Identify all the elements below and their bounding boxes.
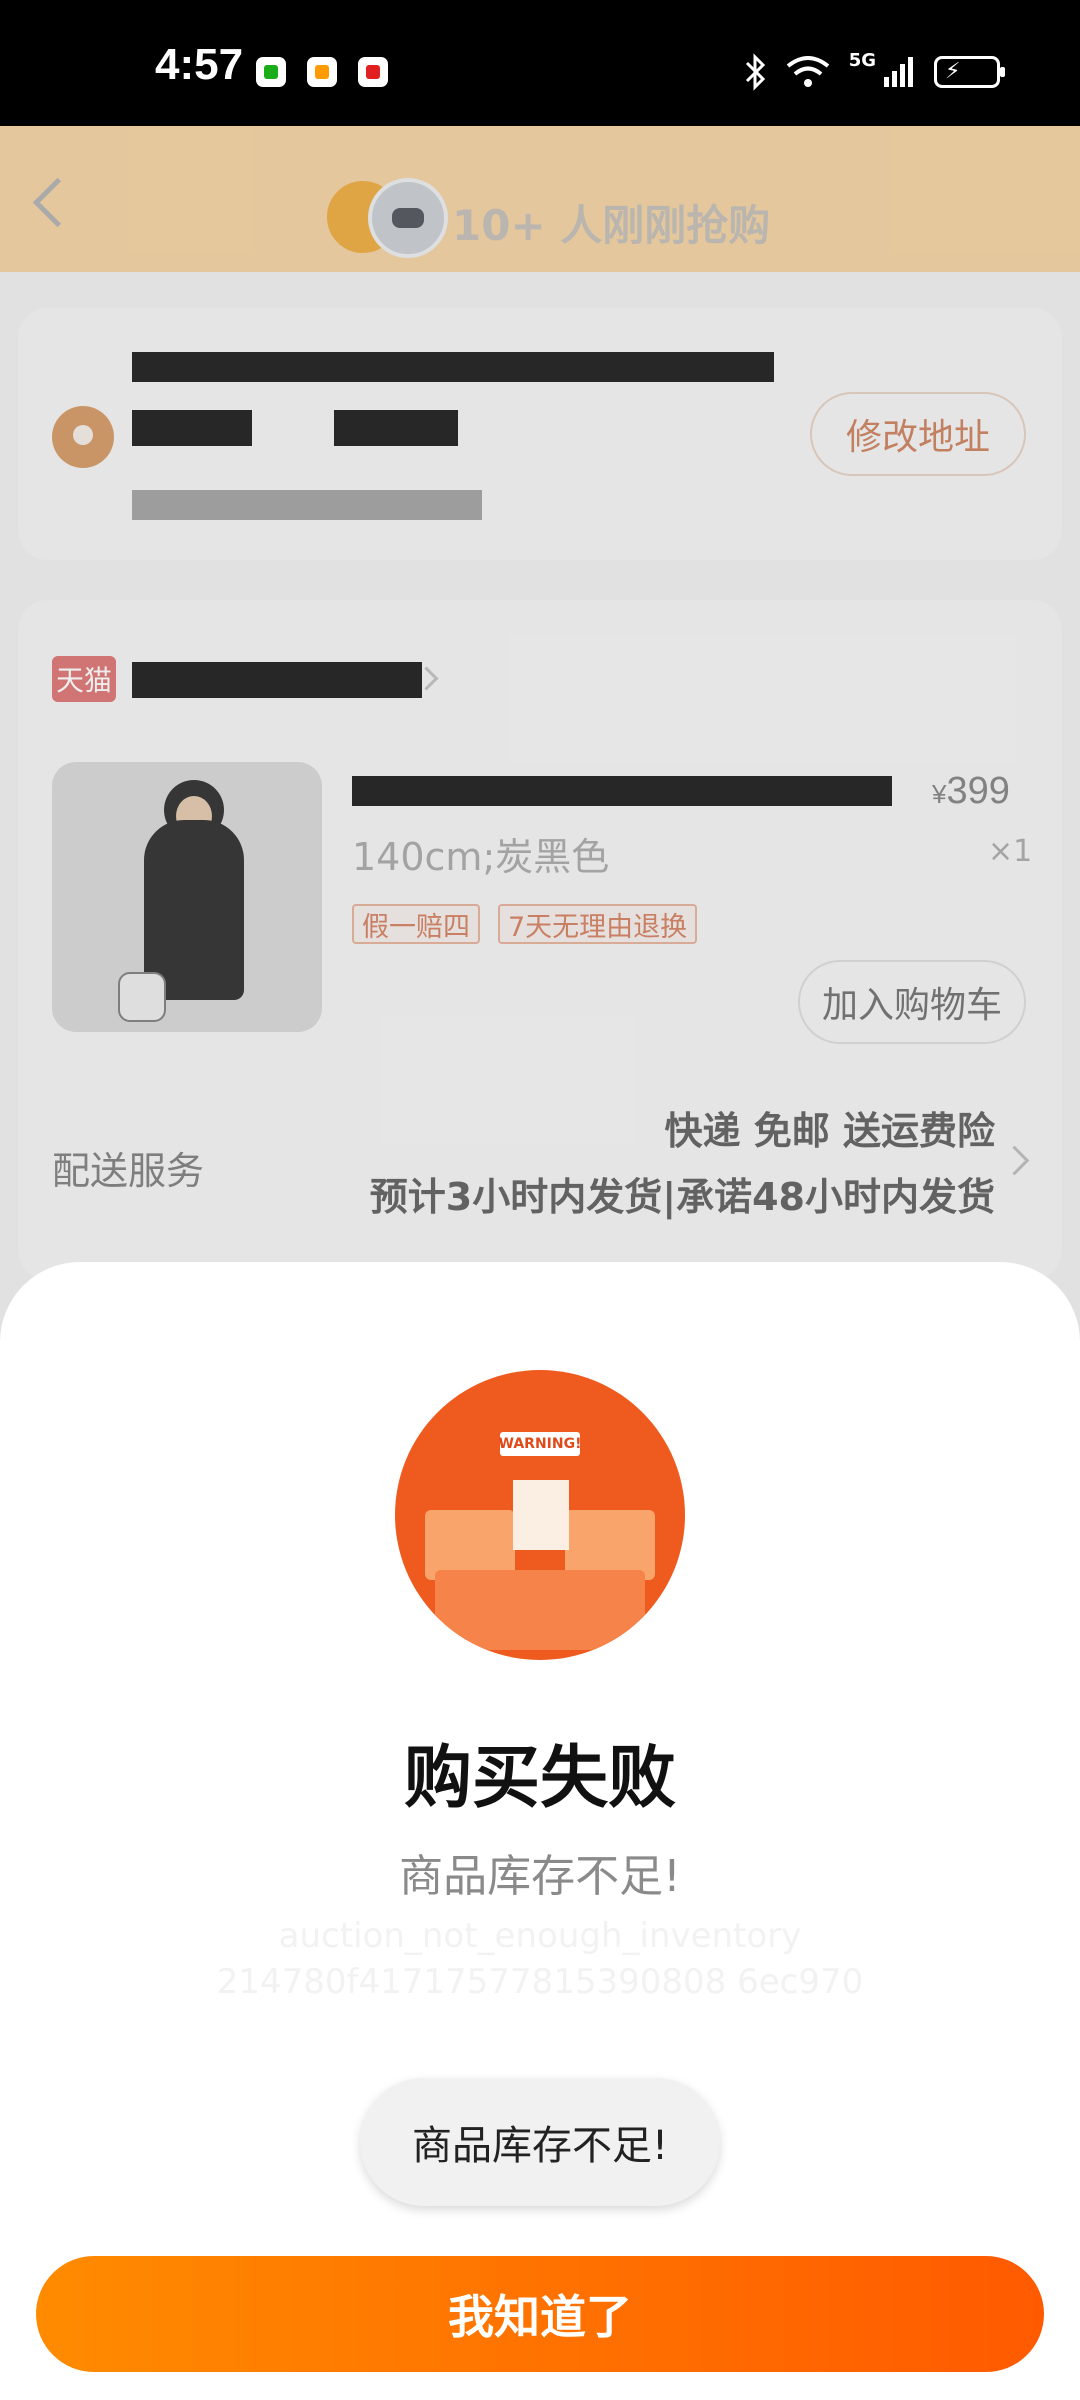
toast-message: 商品库存不足! (360, 2078, 720, 2206)
app-notification-icon (307, 57, 337, 87)
dialog-message: 商品库存不足! (399, 1851, 681, 1902)
dialog-title: 购买失败 (403, 1739, 676, 1818)
status-indicators: 5G ⚡ (743, 50, 1005, 94)
wifi-icon (786, 56, 829, 87)
bluetooth-icon (745, 53, 765, 91)
warning-illustration-icon: WARNING! (395, 1370, 685, 1660)
wechat-notification-icon (256, 57, 286, 87)
confirm-button[interactable]: 我知道了 (36, 2256, 1044, 2372)
trace-id: 214780f41717577815390808 6ec970 (216, 1962, 864, 2002)
warning-badge: WARNING! (499, 1432, 581, 1456)
error-code: auction_not_enough_inventory (278, 1916, 802, 1956)
battery-icon: ⚡ (934, 56, 1005, 88)
network-type-label: 5G (848, 50, 876, 71)
app-notification-icon (358, 57, 388, 87)
status-bar: 4:57 5G ⚡ (0, 0, 1080, 126)
signal-icon (884, 57, 913, 87)
status-time: 4:57 (155, 40, 244, 89)
